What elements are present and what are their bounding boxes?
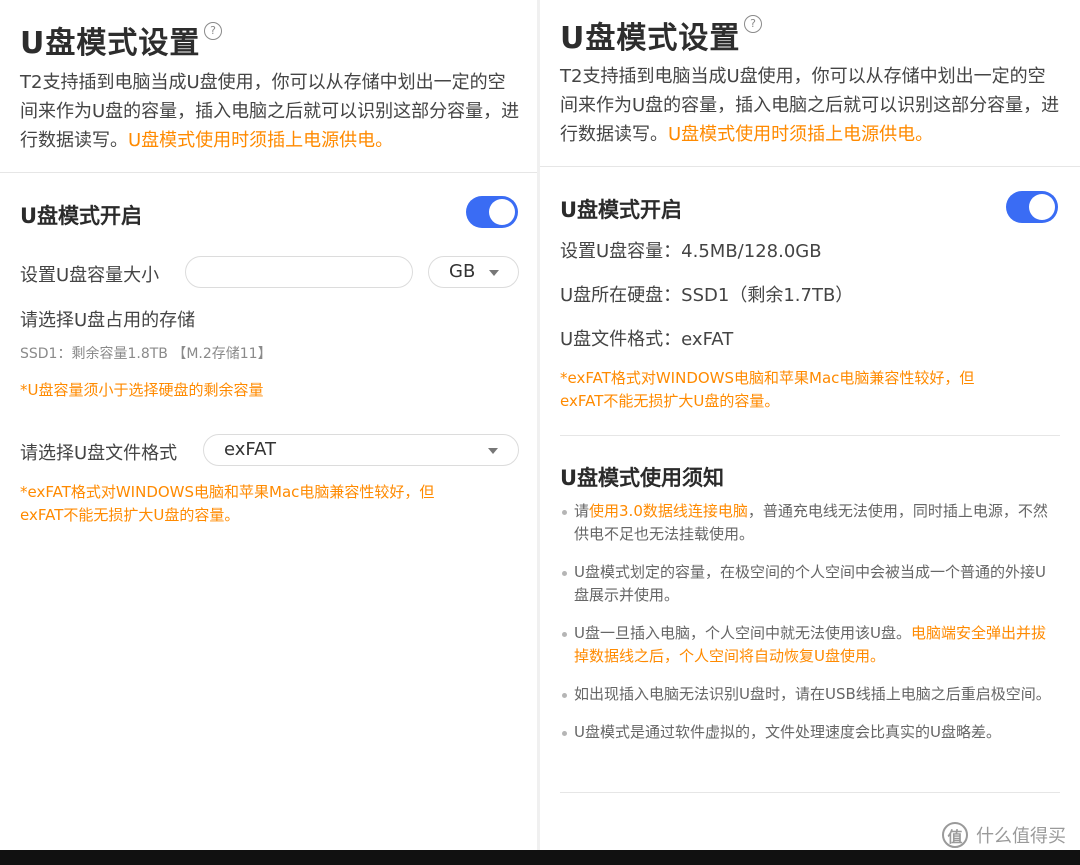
note-highlight: 使用3.0数据线连接电脑 (589, 502, 748, 520)
format-label: 请选择U盘文件格式 (20, 443, 178, 464)
note-item: U盘一旦插入电脑，个人空间中就无法使用该U盘。电脑端安全弹出并拔掉数据线之后，个… (560, 622, 1060, 668)
storage-option[interactable]: SSD1：剩余容量1.8TB 【M.2存储11】 (20, 343, 272, 363)
bullet-icon (562, 632, 567, 637)
capacity-label: 设置U盘容量大小 (20, 265, 160, 286)
chevron-down-icon (488, 448, 498, 454)
format-warning-line2: exFAT不能无损扩大U盘的容量。 (560, 392, 780, 410)
format-info: U盘文件格式：exFAT (560, 329, 734, 350)
notes-title: U盘模式使用须知 (560, 466, 725, 490)
right-settings-panel: U盘模式设置 ? T2支持插到电脑当成U盘使用，你可以从存储中划出一定的空间来作… (540, 0, 1080, 850)
toggle-knob (1029, 194, 1055, 220)
watermark-logo-icon: 值 (942, 822, 968, 848)
format-value: exFAT (224, 439, 277, 460)
enable-label: U盘模式开启 (560, 198, 683, 222)
format-select[interactable]: exFAT (203, 434, 519, 466)
intro-highlight: U盘模式使用时须插上电源供电。 (668, 124, 934, 145)
format-warning-line1: *exFAT格式对WINDOWS电脑和苹果Mac电脑兼容性较好，但 (560, 369, 975, 387)
note-text: U盘模式划定的容量，在极空间的个人空间中会被当成一个普通的外接U盘展示并使用。 (574, 563, 1046, 604)
intro-paragraph: T2支持插到电脑当成U盘使用，你可以从存储中划出一定的空间来作为U盘的容量，插入… (20, 68, 520, 155)
note-text: U盘模式是通过软件虚拟的，文件处理速度会比真实的U盘略差。 (574, 723, 1001, 741)
left-settings-panel: U盘模式设置 ? T2支持插到电脑当成U盘使用，你可以从存储中划出一定的空间来作… (0, 0, 540, 850)
capacity-info: 设置U盘容量：4.5MB/128.0GB (560, 241, 822, 262)
capacity-warning: *U盘容量须小于选择硬盘的剩余容量 (20, 381, 264, 399)
section-divider (540, 166, 1080, 167)
storage-label: 请选择U盘占用的存储 (20, 310, 196, 331)
page-title: U盘模式设置 (560, 21, 741, 56)
enable-label: U盘模式开启 (20, 204, 143, 228)
u-disk-mode-toggle[interactable] (466, 196, 518, 228)
format-warning-line2: exFAT不能无损扩大U盘的容量。 (20, 506, 240, 524)
disk-info: U盘所在硬盘：SSD1（剩余1.7TB） (560, 285, 854, 306)
bullet-icon (562, 571, 567, 576)
capacity-input[interactable] (185, 256, 413, 288)
intro-highlight: U盘模式使用时须插上电源供电。 (128, 130, 394, 151)
note-text: U盘一旦插入电脑，个人空间中就无法使用该U盘。 (574, 624, 911, 642)
bullet-icon (562, 510, 567, 515)
format-warning: *exFAT格式对WINDOWS电脑和苹果Mac电脑兼容性较好，但 exFAT不… (560, 367, 1065, 413)
section-divider (560, 792, 1060, 793)
note-text: 请 (574, 502, 590, 520)
note-item: U盘模式划定的容量，在极空间的个人空间中会被当成一个普通的外接U盘展示并使用。 (560, 561, 1060, 607)
intro-paragraph: T2支持插到电脑当成U盘使用，你可以从存储中划出一定的空间来作为U盘的容量，插入… (560, 62, 1060, 149)
bullet-icon (562, 731, 567, 736)
capacity-unit-value: GB (449, 261, 476, 282)
chevron-down-icon (489, 270, 499, 276)
help-icon[interactable]: ? (204, 22, 222, 40)
toggle-knob (489, 199, 515, 225)
capacity-unit-select[interactable]: GB (428, 256, 519, 288)
page-title: U盘模式设置 (20, 26, 201, 61)
help-icon[interactable]: ? (744, 15, 762, 33)
watermark-text: 什么值得买 (976, 826, 1066, 847)
format-warning: *exFAT格式对WINDOWS电脑和苹果Mac电脑兼容性较好，但 exFAT不… (20, 481, 525, 527)
note-item: U盘模式是通过软件虚拟的，文件处理速度会比真实的U盘略差。 (560, 721, 1060, 744)
u-disk-mode-toggle[interactable] (1006, 191, 1058, 223)
note-item: 请使用3.0数据线连接电脑，普通充电线无法使用，同时插上电源，不然供电不足也无法… (560, 500, 1060, 546)
watermark: 值 什么值得买 (942, 822, 1066, 848)
format-warning-line1: *exFAT格式对WINDOWS电脑和苹果Mac电脑兼容性较好，但 (20, 483, 435, 501)
note-item: 如出现插入电脑无法识别U盘时，请在USB线插上电脑之后重启极空间。 (560, 683, 1060, 706)
section-divider (0, 172, 540, 173)
bottom-bar (0, 850, 1080, 865)
note-text: 如出现插入电脑无法识别U盘时，请在USB线插上电脑之后重启极空间。 (574, 685, 1051, 703)
section-divider (560, 435, 1060, 436)
bullet-icon (562, 693, 567, 698)
notes-list: 请使用3.0数据线连接电脑，普通充电线无法使用，同时插上电源，不然供电不足也无法… (560, 500, 1060, 759)
